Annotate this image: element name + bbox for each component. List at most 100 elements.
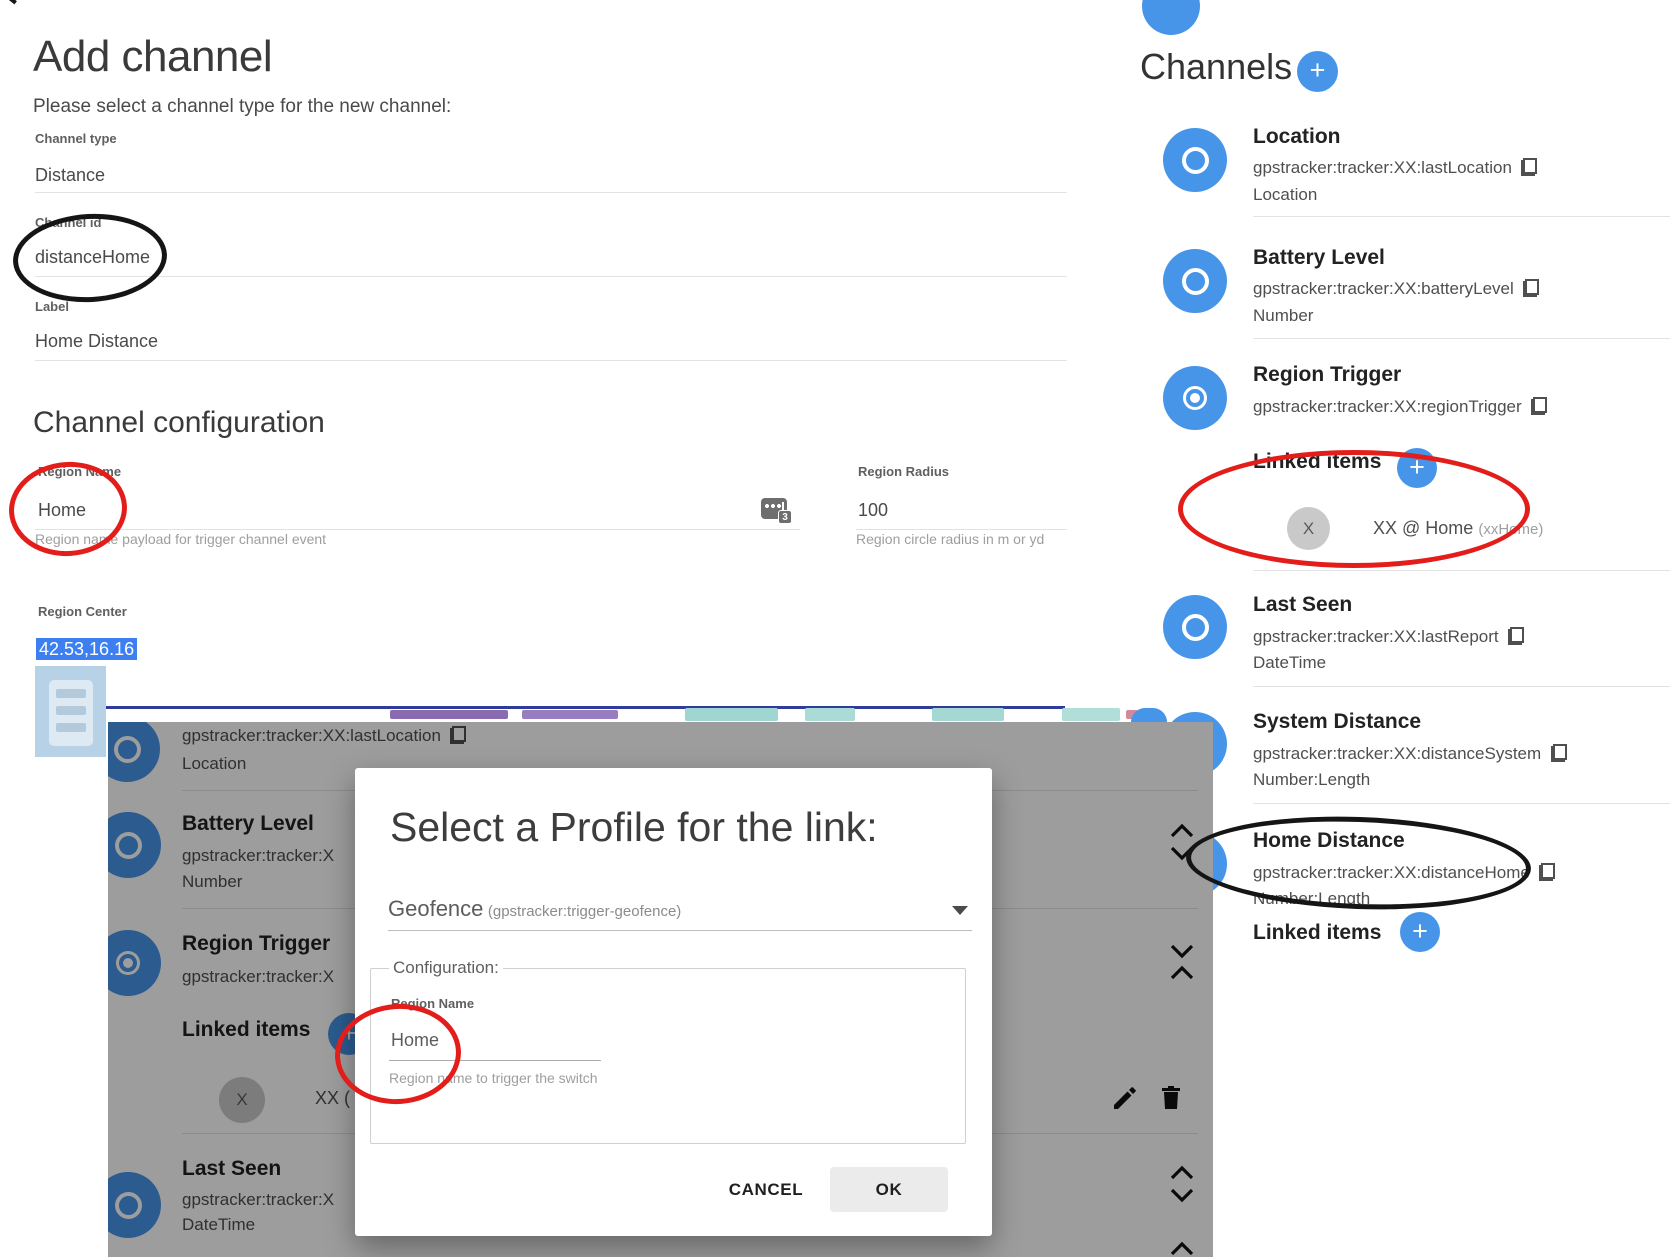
copy-icon[interactable] [1521,158,1537,176]
map-label-fragment [685,708,778,721]
channels-panel-title: Channels [1140,46,1292,88]
channel-type-text: Location [182,754,246,774]
channel-uid: gpstracker:tracker:X [182,967,334,987]
linked-item-avatar[interactable]: X [1287,507,1330,550]
copy-icon[interactable] [450,726,466,744]
linked-items-heading: Linked items [182,1018,310,1042]
move-up-down-icon[interactable] [1166,1162,1198,1206]
region-name-field[interactable]: Home [38,500,86,521]
map-label-fragment [390,710,508,719]
region-name-underline [35,529,800,530]
channel-title: Location [1253,125,1341,149]
label-field-label: Label [35,299,69,314]
ok-button[interactable]: OK [830,1167,948,1212]
profile-dropdown-value: Geofence [388,896,483,921]
channel-uid: gpstracker:tracker:XX:distanceSystem [1253,744,1541,763]
move-up-icon[interactable] [1166,1238,1198,1257]
label-field[interactable]: Home Distance [35,331,158,352]
add-channel-button[interactable] [1297,51,1338,92]
channel-id-row: gpstracker:tracker:XX:lastReport [1253,627,1524,647]
channel-icon-location-dim [108,722,160,782]
region-name-helper: Region name to trigger the switch [389,1070,598,1086]
region-radius-underline [856,529,1067,530]
page-title: Add channel [33,32,272,82]
channel-title: Last Seen [182,1157,281,1181]
channel-config-title: Channel configuration [33,406,325,440]
copy-icon[interactable] [1539,863,1555,881]
copy-icon[interactable] [1508,627,1524,645]
copy-icon[interactable] [1523,279,1539,297]
region-center-selected-value: 42.53,16.16 [36,638,137,660]
channel-icon-battery [1163,249,1227,313]
region-name-input-underline [389,1060,601,1061]
state-channel-icon [1182,147,1209,174]
collapse-icon[interactable] [1166,940,1198,984]
channel-id-row: gpstracker:tracker:XX:lastLocation [1253,158,1537,178]
region-center-label: Region Center [38,604,127,619]
autofill-badge: 3 [778,510,792,524]
channel-icon-location [1163,128,1227,192]
map-label-fragment [1062,708,1120,721]
page-subtitle: Please select a channel type for the new… [33,96,451,118]
channel-uid: gpstracker:tracker:XX:lastReport [1253,627,1499,646]
channel-id-field[interactable]: distanceHome [35,247,150,268]
channel-uid: gpstracker:tracker:X [182,1190,334,1210]
hidden-button-fragment [1131,708,1167,722]
chevron-down-icon [952,906,968,915]
linked-items-heading: Linked items [1253,450,1381,474]
map-label-fragment [932,708,1004,721]
dialog-title: Select a Profile for the link: [390,804,878,851]
map-label-fragment [522,710,618,719]
move-up-down-icon[interactable] [1166,820,1198,864]
edit-icon[interactable] [1110,1084,1138,1112]
entry-divider [1253,570,1670,571]
linked-item-label: XX @ Home [1373,518,1473,538]
channel-type-underline [35,192,1067,193]
configuration-fieldset: Configuration: Region Name Home Region n… [370,958,966,1144]
profile-dropdown-underline [388,930,972,931]
channel-icon-last-seen [1163,595,1227,659]
entry-divider [1253,686,1670,687]
channel-title: Home Distance [1253,829,1405,853]
channel-uid: gpstracker:tracker:XX:lastLocation [1253,158,1512,177]
region-center-field[interactable]: 42.53,16.16 [36,639,137,660]
add-linked-item-button[interactable] [1400,912,1440,952]
channel-type-label: Channel type [35,131,117,146]
channel-icon-region-trigger [1163,366,1227,430]
trigger-channel-icon [1183,386,1207,410]
copy-icon[interactable] [1531,397,1547,415]
profile-dropdown[interactable]: Geofence (gpstracker:trigger-geofence) [388,896,972,930]
channel-title: Battery Level [1253,246,1385,270]
copy-icon[interactable] [1551,744,1567,762]
linked-items-heading: Linked items [1253,921,1381,945]
stray-annotation-mark [0,0,17,4]
cancel-button[interactable]: CANCEL [711,1167,821,1212]
autofill-extension-icon[interactable]: 3 [761,498,787,519]
channel-icon-battery-dim [108,812,161,878]
profile-dropdown-detail: (gpstracker:trigger-geofence) [488,903,681,920]
delete-icon[interactable] [1157,1083,1185,1111]
autofill-dots [765,504,783,508]
channel-id-underline [35,276,1067,277]
region-radius-label: Region Radius [858,464,949,479]
channel-title: Last Seen [1253,593,1352,617]
channel-id-row: gpstracker:tracker:XX:distanceSystem [1253,744,1567,764]
region-radius-field[interactable]: 100 [858,500,888,521]
channel-uid: gpstracker:tracker:XX:regionTrigger [1253,397,1522,416]
state-channel-icon [1182,268,1209,295]
region-name-input[interactable]: Home [391,1030,439,1051]
linked-item-row[interactable]: XX @ Home (xxHome) [1373,518,1543,539]
linked-item-avatar[interactable]: X [219,1077,265,1123]
channel-id-label: Channel id [35,215,101,230]
channel-type-text: DateTime [1253,653,1326,673]
channel-uid: gpstracker:tracker:XX:distanceHome [1253,863,1530,882]
channel-type-text: Location [1253,185,1317,205]
channel-type-text: Number [1253,306,1313,326]
channel-id-row: gpstracker:tracker:XX:distanceHome [1253,863,1555,883]
linked-item-label: XX ( [315,1088,350,1109]
entry-divider [1253,216,1670,217]
linked-item-name: (xxHome) [1478,521,1543,538]
region-radius-helper: Region circle radius in m or yd [856,531,1044,547]
add-linked-item-button[interactable] [1397,448,1437,488]
channel-type-select[interactable]: Distance [35,165,105,186]
